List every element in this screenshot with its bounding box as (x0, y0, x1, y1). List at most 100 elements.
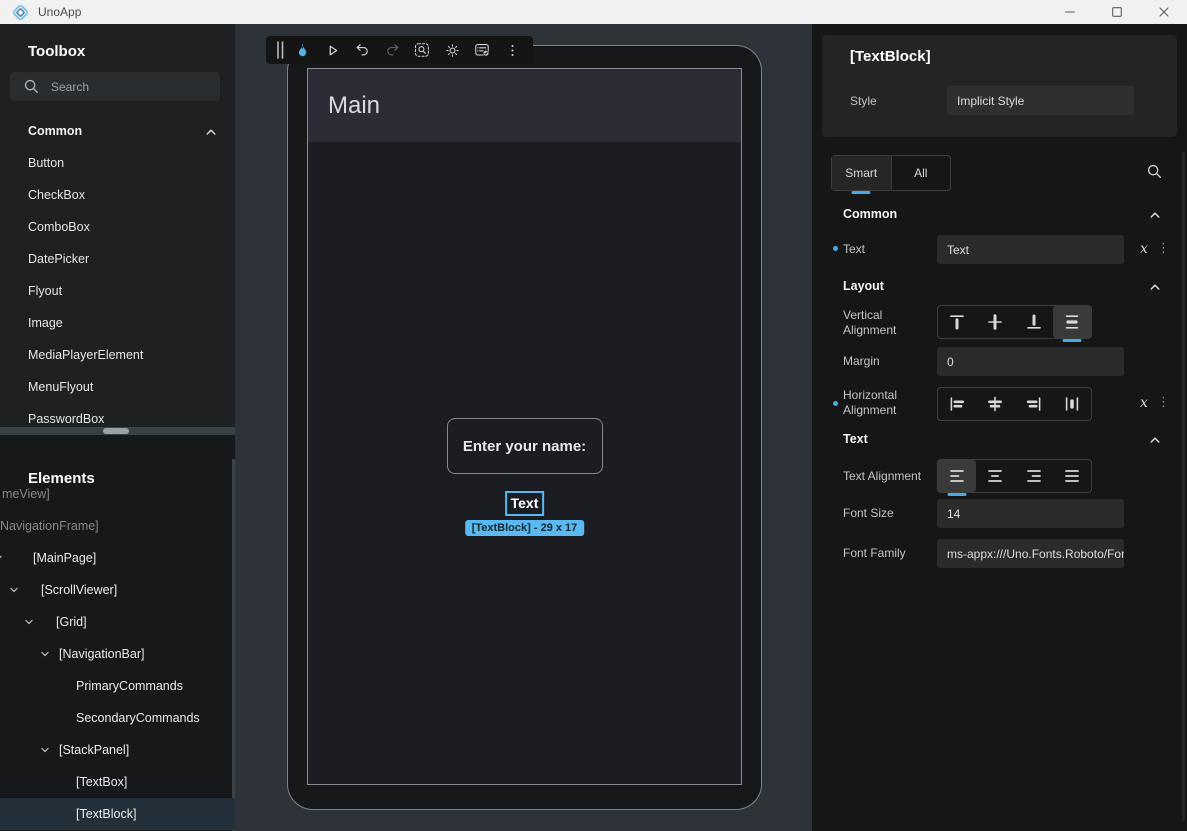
tree-item-label: [StackPanel] (59, 743, 129, 757)
chevron-down-icon[interactable] (40, 649, 50, 659)
preview-textbox[interactable]: Enter your name: (447, 418, 603, 474)
tree-item-stackpanel[interactable]: [StackPanel] (0, 734, 235, 766)
chevron-down-icon[interactable] (24, 617, 34, 627)
section-text[interactable]: Text (812, 429, 1187, 451)
horizontal-align-center-button[interactable] (976, 388, 1014, 420)
toolbox-hscrollbar[interactable] (0, 427, 235, 435)
chevron-down-icon[interactable] (40, 745, 50, 755)
minimize-button[interactable] (1046, 0, 1093, 24)
binding-x-icon[interactable]: x (1140, 242, 1148, 256)
text-align-right-button[interactable] (1015, 460, 1053, 492)
preview-textblock-selected[interactable]: Text (505, 491, 545, 516)
left-sidebar: Toolbox Search Common ButtonCheckBoxComb… (0, 24, 235, 831)
tree-item-textbox[interactable]: [TextBox] (0, 766, 235, 798)
designer-toolbar (266, 36, 533, 64)
vertical-align-bottom-button[interactable] (1015, 306, 1053, 338)
tree-item-mainpage[interactable]: [MainPage] (0, 542, 235, 574)
tree-item-meview[interactable]: meView] (0, 478, 235, 510)
tree-item-label: PrimaryCommands (76, 679, 183, 693)
toolbox-item-datepicker[interactable]: DatePicker (0, 243, 235, 275)
toolbox-section-common[interactable]: Common (0, 120, 235, 144)
tree-item-label: [Grid] (56, 615, 87, 629)
design-canvas: Main Enter your name: Text [TextBlock] -… (235, 24, 812, 831)
text-modified-dot (833, 246, 838, 251)
tree-item-label: [TextBlock] (76, 807, 136, 821)
tree-item-textblock[interactable]: [TextBlock] (0, 798, 235, 830)
toolbox-title: Toolbox (28, 43, 85, 60)
tab-smart[interactable]: Smart (832, 156, 892, 190)
tree-item-primarycommands[interactable]: PrimaryCommands (0, 670, 235, 702)
tab-label: All (914, 166, 927, 180)
text-align-left-button[interactable] (938, 460, 976, 492)
style-input[interactable]: Implicit Style (947, 86, 1134, 115)
horizontal-alignment-group (937, 387, 1092, 421)
app-window: UnoApp Toolbox Search Common ButtonCheck… (0, 0, 1187, 831)
drag-handle-button[interactable] (272, 36, 287, 64)
chevron-up-icon (1148, 280, 1162, 294)
vertical-align-top-button[interactable] (938, 306, 976, 338)
preview-page-title: Main (328, 92, 380, 120)
more-dots-icon[interactable]: ⋮ (1157, 395, 1170, 409)
more-options-icon (503, 41, 522, 60)
toolbox-item-mediaplayerelement[interactable]: MediaPlayerElement (0, 339, 235, 371)
tree-item-scrollviewer[interactable]: [ScrollViewer] (0, 574, 235, 606)
text-align-center-icon (985, 466, 1005, 486)
tree-item-label: [TextBox] (76, 775, 127, 789)
toolbox-search-input[interactable]: Search (10, 72, 220, 101)
tree-item-navigationframe[interactable]: NavigationFrame] (0, 510, 235, 542)
window-controls (1046, 0, 1187, 24)
vertical-alignment-group (937, 305, 1092, 339)
chevron-down-icon[interactable] (9, 585, 19, 595)
inspect-element-button[interactable] (407, 36, 437, 64)
more-options-button[interactable] (497, 36, 527, 64)
scrollbar-thumb[interactable] (103, 428, 129, 434)
vertical-align-center-button[interactable] (976, 306, 1014, 338)
font-size-input[interactable]: 14 (937, 499, 1124, 528)
section-common[interactable]: Common (812, 204, 1187, 226)
text-property-input[interactable]: Text (937, 235, 1124, 264)
tree-item-secondarycommands[interactable]: SecondaryCommands (0, 702, 235, 734)
font-family-input[interactable]: ms-appx:///Uno.Fonts.Roboto/Font (937, 539, 1124, 568)
toolbox-item-button[interactable]: Button (0, 147, 235, 179)
selected-element-title: [TextBlock] (850, 48, 931, 65)
inspector-search-icon[interactable] (1146, 163, 1163, 180)
close-button[interactable] (1140, 0, 1187, 24)
titlebar: UnoApp (0, 0, 1187, 24)
device-screen: Main Enter your name: Text [TextBlock] -… (307, 68, 742, 785)
uno-logo-icon (12, 4, 29, 21)
horizontal-align-stretch-button[interactable] (1053, 388, 1091, 420)
play-button[interactable] (317, 36, 347, 64)
tree-item-label: SecondaryCommands (76, 711, 200, 725)
toolbox-item-flyout[interactable]: Flyout (0, 275, 235, 307)
horizontal-align-left-button[interactable] (938, 388, 976, 420)
margin-input[interactable]: 0 (937, 347, 1124, 376)
text-align-center-button[interactable] (976, 460, 1014, 492)
selected-tab-underline (852, 191, 871, 194)
toolbox-item-image[interactable]: Image (0, 307, 235, 339)
text-property-label: Text (843, 242, 865, 257)
binding-x-icon[interactable]: x (1140, 396, 1148, 410)
section-layout[interactable]: Layout (812, 276, 1187, 298)
toolbox-item-checkbox[interactable]: CheckBox (0, 179, 235, 211)
tab-all[interactable]: All (892, 156, 951, 190)
toolbox-item-combobox[interactable]: ComboBox (0, 211, 235, 243)
theme-toggle-button[interactable] (437, 36, 467, 64)
text-align-justify-button[interactable] (1053, 460, 1091, 492)
undo-icon (353, 41, 372, 60)
horizontal-align-right-button[interactable] (1015, 388, 1053, 420)
toolbox-item-menuflyout[interactable]: MenuFlyout (0, 371, 235, 403)
tree-item-navigationbar[interactable]: [NavigationBar] (0, 638, 235, 670)
undo-button[interactable] (347, 36, 377, 64)
tree-item-grid[interactable]: [Grid] (0, 606, 235, 638)
inspector-vscrollbar[interactable] (1182, 152, 1185, 821)
chevron-up-icon (1148, 433, 1162, 447)
maximize-button[interactable] (1093, 0, 1140, 24)
hot-reload-button[interactable] (287, 36, 317, 64)
redo-button[interactable] (377, 36, 407, 64)
text-alignment-label: Text Alignment (843, 469, 921, 484)
vertical-align-stretch-button[interactable] (1053, 306, 1091, 338)
chevron-down-icon[interactable] (0, 553, 3, 563)
element-checklist-button[interactable] (467, 36, 497, 64)
horizontal-alignment-modified-dot (833, 401, 838, 406)
more-dots-icon[interactable]: ⋮ (1157, 241, 1170, 255)
